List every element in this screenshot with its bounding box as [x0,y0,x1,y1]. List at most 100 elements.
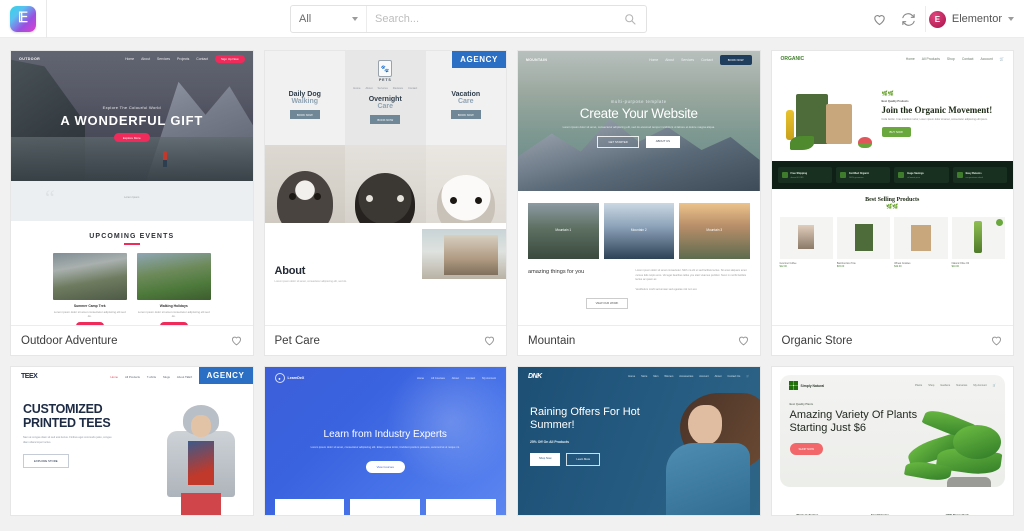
feature-title: Plants Collection [797,514,819,515]
template-card[interactable]: AGENCY Daily Dog Walking BOOK NOW 🐾 PETS… [263,50,507,356]
favorite-heart-icon[interactable] [230,334,243,347]
template-preview[interactable]: ORGANIC Home All Products Shop Contact A… [771,51,1013,325]
dog-photo [264,145,345,223]
template-card[interactable]: ● LearnDeX Home All Courses About Contac… [263,366,507,516]
hero-cta-button: EXPLORE STORE [23,454,69,469]
search-category-select[interactable]: All [291,6,367,32]
event-card: Walking Holidays Lorem ipsum dolor sit a… [136,252,211,325]
nav-link: Mugs [163,374,170,379]
search-input[interactable] [375,13,638,25]
logo-container: 𝔼 [0,0,47,38]
product-image [951,217,1005,259]
nav-link: Services [681,58,695,62]
savings-icon [898,172,905,178]
nav-links: Home About Services Reviews Contact [345,87,426,90]
template-card[interactable]: Simply Natural Plants Shop Gardens Nurse… [770,366,1014,516]
site-logo: LearnDeX [287,376,305,380]
service-subtitle: Care [457,98,474,105]
template-preview[interactable]: DNK Home Store Men Women Accessories Acc… [518,367,760,515]
nav-link: Home [353,87,361,90]
nav-link: Store [641,375,648,378]
chevron-down-icon[interactable] [1008,17,1014,21]
nav-link: Shop [946,57,955,61]
event-list: Summer Camp Trek Lorem ipsum dolor sit a… [21,252,243,325]
nav-link: Contact [701,58,713,62]
dog-head [276,171,333,223]
refund-icon: ↺ [932,514,942,515]
logo-group: ● LearnDeX [274,373,305,383]
app-header: 𝔼 All E E [0,0,1024,38]
feature-title: Huge Savings [907,172,924,175]
nav-link: All Products [124,374,140,379]
about-photo [444,235,498,275]
event-cta-button: Learn More [159,321,188,325]
nav-links: Home About Services Projects Contact Sig… [125,55,245,63]
header-divider [925,6,926,32]
template-card[interactable]: ORGANIC Home All Products Shop Contact A… [770,50,1014,356]
nav-link: Shop [928,384,935,387]
nav-link: Reviews [392,87,403,90]
hero-copy: Explore The Colourful World A WONDERFUL … [11,105,253,142]
template-card[interactable]: MOUNTAIN Home About Services Contact BOO… [517,50,761,356]
search-bar[interactable]: All [290,5,647,33]
template-preview[interactable]: Simply Natural Plants Shop Gardens Nurse… [771,367,1013,515]
avatar: E [928,10,946,28]
mini-site-tees: TEEX Home All Products T-shirts Mugs Abo… [11,367,253,515]
template-preview[interactable]: TEEX Home All Products T-shirts Mugs Abo… [11,367,253,515]
site-nav: Simply Natural Plants Shop Gardens Nurse… [780,375,1006,396]
gallery-image: Mountain 3 [679,203,750,259]
hero-primary-button: GET STARTED [597,135,639,148]
shirt-shape [187,441,214,485]
heart-icon[interactable] [872,12,887,27]
hero-cta-button: SHOP NOW [789,442,823,455]
site-nav: ORGANIC Home All Products Shop Contact A… [771,51,1013,67]
feature-sub: 100% guarantee [848,177,864,179]
user-menu[interactable]: E Elementor [928,0,1014,38]
gallery-image: Mountain 1 [528,203,599,259]
template-preview[interactable]: OUTDOOR Home About Services Projects Con… [11,51,253,325]
service-title: Daily Dog [288,91,321,98]
person-figure [163,151,168,167]
mini-site-course: ● LearnDeX Home All Courses About Contac… [264,367,507,515]
template-preview[interactable]: MOUNTAIN Home About Services Contact BOO… [518,51,760,325]
elementor-logo-icon[interactable]: 𝔼 [10,5,36,32]
gallery-image: Mountain 2 [603,203,674,259]
feature-item: 🌱 Plants CollectionMore than 500 plant s… [783,505,853,515]
hero-paragraph: Nulla facilisi. Cras interdum tortor, Lo… [881,118,988,122]
template-preview[interactable]: ● LearnDeX Home All Courses About Contac… [264,367,507,515]
feature-item: ↺ 100% Money BackIf item does not suit y… [932,505,1002,515]
nav-cta-button: Sign Up Now [214,55,245,63]
search-icon[interactable] [624,13,636,28]
about-text: Lorem ipsum dolor sit amet, consectetur … [274,280,347,283]
template-preview[interactable]: Daily Dog Walking BOOK NOW 🐾 PETS Home A… [264,51,506,325]
hero-buttons: Shop Now Learn More [530,453,760,467]
feature-title: 100% Money Back [946,514,969,515]
search-field[interactable] [367,6,646,32]
template-card[interactable]: OUTDOOR Home About Services Projects Con… [10,50,254,356]
product-image [894,217,948,259]
nav-link: Services [377,87,388,90]
favorite-heart-icon[interactable] [483,334,496,347]
template-card[interactable]: AGENCY TEEX Home All Products T-shirts M… [10,366,254,516]
dog-photo [425,145,506,223]
quote-mark-icon: “ [45,185,55,210]
nav-link: Home [110,374,118,379]
pants-shape [180,493,221,515]
best-selling-section: Best Selling Products 🌿🌿 Gourmet Coffee … [771,189,1013,268]
service-column: Daily Dog Walking BOOK NOW [265,51,346,145]
favorite-heart-icon[interactable] [737,334,750,347]
service-subtitle: Walking [291,98,319,105]
template-card[interactable]: DNK Home Store Men Women Accessories Acc… [517,366,761,516]
dog-eye [474,197,482,204]
sync-icon[interactable] [901,12,916,27]
nav-link: Home [125,57,135,61]
certificate-icon [839,172,846,178]
feature-cards: 📖 👤 🛡 [265,498,507,515]
feature-card: 🛡 [426,498,496,515]
template-title: Organic Store [781,334,853,347]
favorite-heart-icon[interactable] [990,334,1003,347]
gallery-caption: Mountain 2 [630,227,647,232]
chevron-down-icon [352,17,358,21]
about-title: About [274,265,306,277]
shipping-icon: 🚚 [858,514,867,515]
